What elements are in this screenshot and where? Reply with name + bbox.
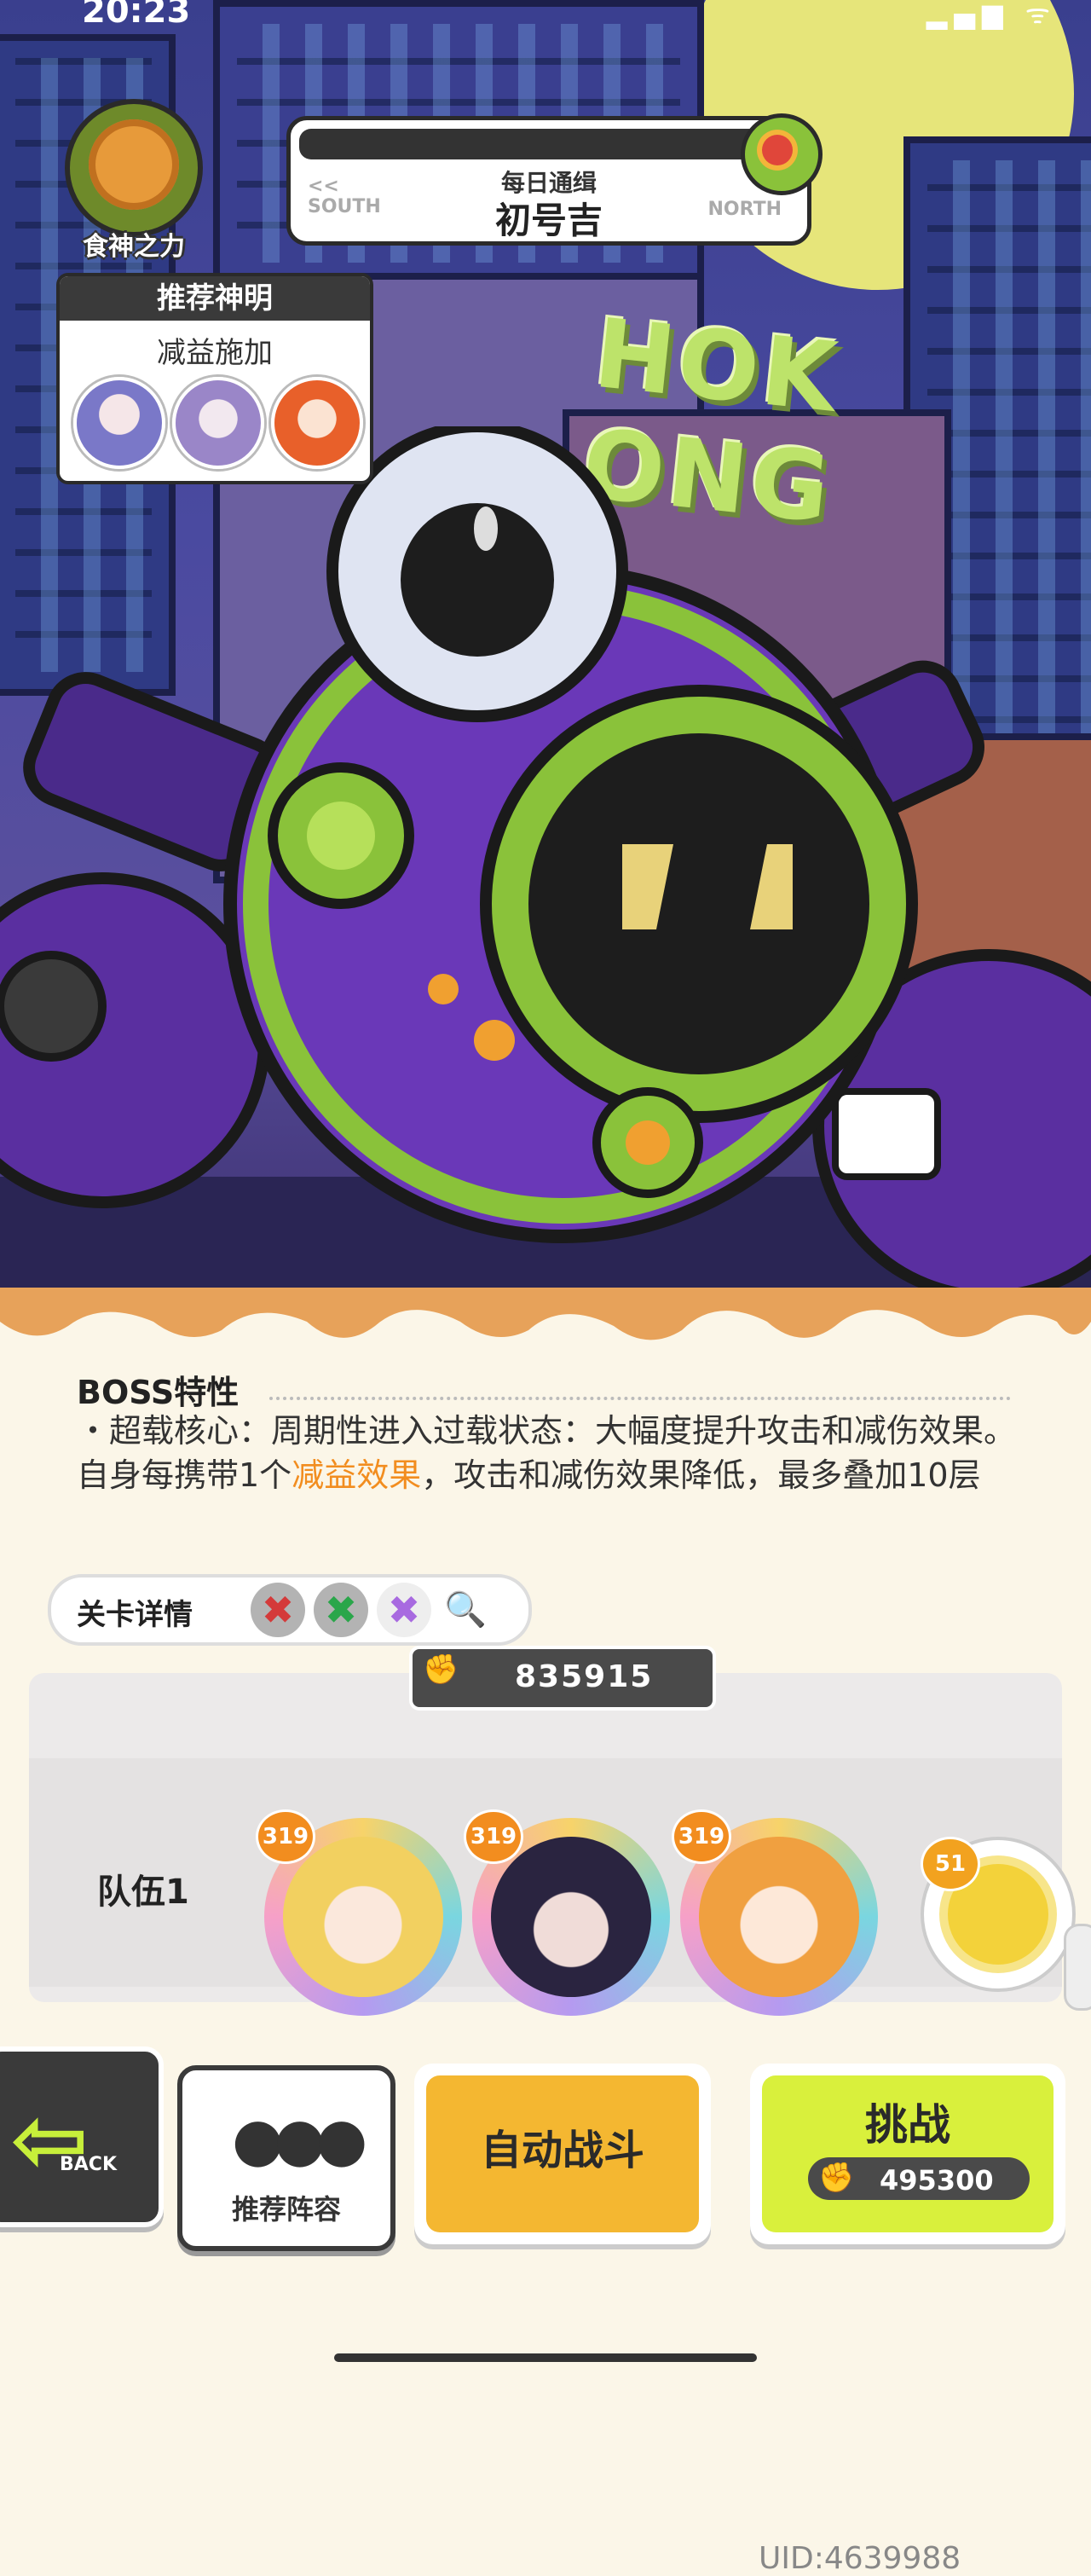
daily-wanted-sign: 每日通缉 初号吉 << SOUTH NORTH xyxy=(286,113,823,246)
purple-element-icon: ✖ xyxy=(377,1583,431,1637)
member-level-badge: 319 xyxy=(464,1809,523,1864)
signal-wifi-icon: ▂▄▆ ᯤ xyxy=(926,0,1057,30)
fist-icon: ✊ xyxy=(423,1653,459,1687)
team-member-slot[interactable]: 319 xyxy=(672,1809,878,2016)
member-level-badge: 319 xyxy=(672,1809,731,1864)
red-element-icon: ✖ xyxy=(251,1583,305,1637)
recommended-gods-card[interactable]: 推荐神明 减益施加 xyxy=(56,273,373,484)
challenge-power-requirement: ✊ 495300 xyxy=(808,2157,1030,2200)
boss-robot xyxy=(0,426,1091,1302)
member-portrait xyxy=(283,1837,443,1997)
drip-border xyxy=(0,1288,1091,1340)
stage-detail-label: 关卡详情 xyxy=(77,1598,193,1632)
team-label: 队伍1 xyxy=(97,1873,189,1912)
flower-badge-icon xyxy=(741,113,823,195)
fist-icon: ✊ xyxy=(818,2161,855,2195)
user-id: UID:4639988 xyxy=(759,2541,961,2576)
side-drawer-handle[interactable] xyxy=(1064,1924,1091,2011)
challenge-power-value: 495300 xyxy=(880,2164,994,2197)
divider xyxy=(269,1397,1011,1400)
back-label: BACK xyxy=(60,2154,117,2175)
member-level-badge: 319 xyxy=(256,1809,315,1864)
boss-traits-desc: ・超载核心：周期性进入过载状态：大幅度提升攻击和减伤效果。自身每携带1个减益效果… xyxy=(77,1409,1023,1497)
recommended-lineup-button[interactable]: ●●● 推荐阵容 xyxy=(177,2065,395,2251)
pet-slot[interactable]: 51 xyxy=(921,1837,1076,1992)
desc-text: ，攻击和减伤效果降低，最多叠加10层 xyxy=(421,1456,981,1494)
home-indicator[interactable] xyxy=(334,2353,757,2362)
status-bar: 20:23 ▂▄▆ ᯤ xyxy=(0,0,1091,38)
avatar[interactable] xyxy=(271,377,363,469)
team-member-slot[interactable]: 319 xyxy=(464,1809,670,2016)
back-button[interactable]: ⇦ BACK xyxy=(0,2046,164,2227)
stage-detail-button[interactable]: 关卡详情 ✖ ✖ ✖ 🔍 xyxy=(48,1574,532,1646)
recommended-lineup-label: 推荐阵容 xyxy=(231,2193,341,2226)
pet-level-badge: 51 xyxy=(921,1837,980,1891)
info-panel: BOSS特性 ・超载核心：周期性进入过载状态：大幅度提升攻击和减伤效果。自身每携… xyxy=(0,1288,1091,2576)
debuff-link[interactable]: 减益效果 xyxy=(292,1456,421,1494)
people-icon: ●●● xyxy=(232,2104,367,2174)
sign-south: << SOUTH xyxy=(308,176,381,217)
avatar[interactable] xyxy=(172,377,264,469)
boss-traits-title: BOSS特性 xyxy=(77,1374,240,1411)
team-power-value: 835915 xyxy=(515,1659,654,1694)
avatar[interactable] xyxy=(73,377,165,469)
rec-avatars xyxy=(70,377,363,471)
auto-battle-label: 自动战斗 xyxy=(480,2127,644,2174)
team-member-slot[interactable]: 319 xyxy=(256,1809,462,2016)
rec-tag: 减益施加 xyxy=(157,336,273,370)
food-power-icon xyxy=(65,99,203,237)
food-power-button[interactable]: 食神之力 xyxy=(61,99,203,262)
sign-north: NORTH xyxy=(707,199,782,220)
green-element-icon: ✖ xyxy=(314,1583,368,1637)
search-icon: 🔍 xyxy=(444,1590,487,1630)
auto-battle-button[interactable]: 自动战斗 xyxy=(414,2064,711,2244)
food-power-label: 食神之力 xyxy=(83,232,185,262)
rec-header: 推荐神明 xyxy=(60,276,370,321)
sign-bar xyxy=(299,129,776,159)
member-portrait xyxy=(699,1837,859,1997)
team-power-badge: ✊ 835915 xyxy=(409,1646,716,1711)
team-card: ✊ 835915 队伍1 319 319 319 51 xyxy=(29,1646,1076,2016)
challenge-button[interactable]: 挑战 ✊ 495300 xyxy=(750,2064,1065,2244)
status-time: 20:23 xyxy=(82,0,191,31)
challenge-label: 挑战 xyxy=(865,2100,950,2150)
member-portrait xyxy=(491,1837,651,1997)
